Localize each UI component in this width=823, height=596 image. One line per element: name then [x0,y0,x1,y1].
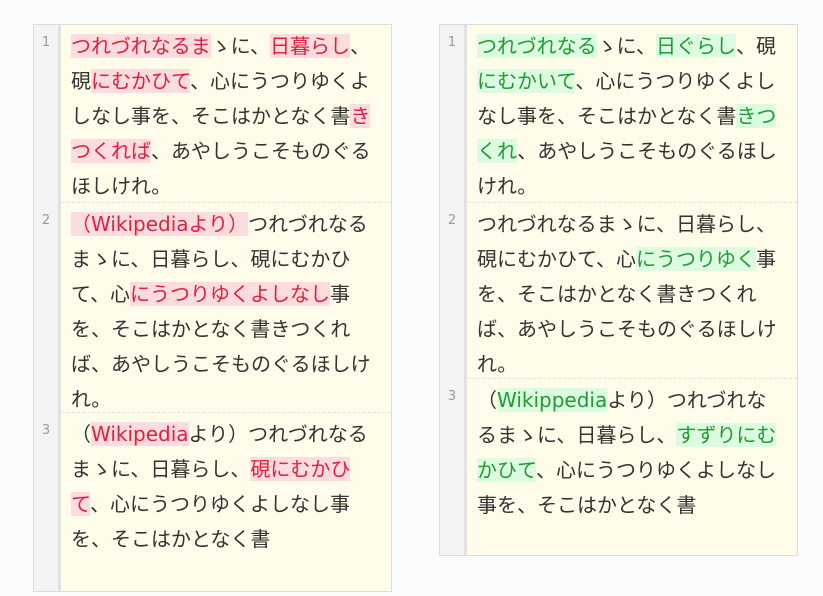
line-number: 1 [447,35,457,50]
line-text: （Wikippediaより）つれづれなるまゝに、日暮らし、すずりにむかひて、心に… [477,383,783,523]
unchanged-text: ゝに、 [596,34,657,58]
diff-line-1: 1 つれづれなるゝに、日ぐらし、硯にむかいて、心にうつりゆくよしなし事を、そこは… [440,25,797,203]
diff-line-3: 3 （Wikipediaより）つれづれなるまゝに、日暮らし、硯にむかひて、心にう… [34,413,391,591]
unchanged-text: （ [477,388,497,412]
deleted-text: にむかひて [91,69,190,93]
inserted-text: つれづれなる [477,34,597,58]
unchanged-text: ゝに、 [210,34,271,58]
line-number: 2 [41,213,51,228]
line-number: 3 [447,389,457,404]
inserted-text: にうつりゆく [636,247,756,271]
diff-line-3: 3 （Wikippediaより）つれづれなるまゝに、日暮らし、すずりにむかひて、… [440,379,797,555]
deleted-text: 日暮らし [270,34,351,58]
line-text: つれづれなるまゝに、日暮らし、硯にむかひて、心にうつりゆくよしなし事を、そこはか… [71,29,377,204]
inserted-text: Wikippedia [497,388,608,412]
line-text: （Wikipediaより）つれづれなるまゝに、日暮らし、硯にむかひて、心にうつり… [71,207,377,417]
unchanged-text: 、硯 [736,34,777,58]
line-number: 1 [41,35,51,50]
line-text: （Wikipediaより）つれづれなるまゝに、日暮らし、硯にむかひて、心にうつり… [71,417,377,557]
unchanged-text: 、心にうつりゆくよしなし事を、そこはかとなく書 [71,492,350,551]
line-number: 2 [447,213,457,228]
inserted-text: 日ぐらし [656,34,737,58]
right-diff-pane[interactable]: 1 つれづれなるゝに、日ぐらし、硯にむかいて、心にうつりゆくよしなし事を、そこは… [439,24,798,556]
deleted-text: （Wikipediaより） [71,212,249,236]
diff-line-2: 2 つれづれなるまゝに、日暮らし、硯にむかひて、心にうつりゆく事を、そこはかとな… [440,203,797,379]
deleted-text: にうつりゆくよしなし [130,282,330,306]
line-text: つれづれなるゝに、日ぐらし、硯にむかいて、心にうつりゆくよしなし事を、そこはかと… [477,29,783,204]
deleted-text: Wikipedia [91,422,189,446]
line-number: 3 [41,423,51,438]
line-text: つれづれなるまゝに、日暮らし、硯にむかひて、心にうつりゆく事を、そこはかとなく書… [477,207,783,382]
deleted-text: つれづれなるま [71,34,211,58]
unchanged-text: 、あやしうこそものぐるほしけれ。 [477,139,777,198]
diff-line-1: 1 つれづれなるまゝに、日暮らし、硯にむかひて、心にうつりゆくよしなし事を、そこ… [34,25,391,203]
inserted-text: にむかいて [477,69,576,93]
unchanged-text: （ [71,422,91,446]
left-diff-pane[interactable]: 1 つれづれなるまゝに、日暮らし、硯にむかひて、心にうつりゆくよしなし事を、そこ… [33,24,392,592]
diff-line-2: 2 （Wikipediaより）つれづれなるまゝに、日暮らし、硯にむかひて、心にう… [34,203,391,413]
